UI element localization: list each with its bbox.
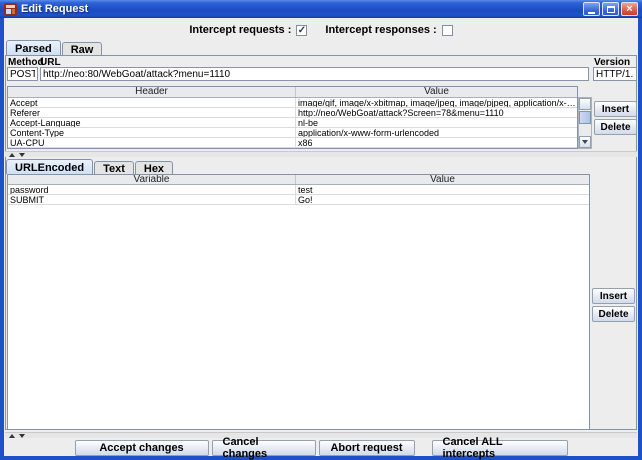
intercept-requests-label: Intercept requests :: [189, 24, 291, 36]
headers-table: Header Value Accept image/gif, image/x-x…: [7, 86, 578, 149]
params-delete-button[interactable]: Delete: [592, 306, 635, 322]
close-button[interactable]: ×: [621, 2, 638, 16]
table-row: Accept-Language nl-be: [8, 118, 577, 128]
maximize-button[interactable]: [602, 2, 619, 16]
content-area: Intercept requests : ✓ Intercept respons…: [4, 18, 638, 456]
abort-request-button[interactable]: Abort request: [319, 440, 415, 456]
method-input[interactable]: [7, 67, 38, 81]
request-view-tabs: Parsed Raw: [6, 40, 103, 55]
titlebar[interactable]: Edit Request ×: [0, 0, 642, 18]
intercept-options-row: Intercept requests : ✓ Intercept respons…: [4, 22, 638, 38]
intercept-requests-checkbox[interactable]: ✓: [296, 25, 307, 36]
column-header-value[interactable]: Value: [296, 175, 589, 184]
app-icon: [4, 3, 17, 16]
params-insert-button[interactable]: Insert: [592, 288, 635, 304]
header-value-cell[interactable]: image/gif, image/x-xbitmap, image/jpeg, …: [296, 98, 577, 107]
minimize-icon: [588, 12, 595, 14]
accept-changes-button[interactable]: Accept changes: [75, 440, 209, 456]
header-name-cell[interactable]: Accept-Language: [8, 118, 296, 127]
headers-insert-button[interactable]: Insert: [594, 101, 637, 117]
maximize-icon: [607, 6, 615, 13]
scroll-down-button[interactable]: [579, 136, 591, 148]
minimize-button[interactable]: [583, 2, 600, 16]
header-value-cell[interactable]: [296, 148, 577, 149]
tab-text[interactable]: Text: [94, 161, 134, 174]
intercept-responses-checkbox[interactable]: [442, 25, 453, 36]
param-name-cell[interactable]: SUBMIT: [8, 195, 296, 204]
table-row: Referer http://neo/WebGoat/attack?Screen…: [8, 108, 577, 118]
url-input[interactable]: [40, 67, 589, 81]
header-name-cell[interactable]: Referer: [8, 108, 296, 117]
param-name-cell[interactable]: password: [8, 185, 296, 194]
cancel-changes-button[interactable]: Cancel changes: [212, 440, 316, 456]
header-name-cell[interactable]: [8, 148, 296, 149]
scrollbar-thumb[interactable]: [579, 111, 591, 124]
tab-parsed[interactable]: Parsed: [6, 40, 61, 55]
tab-raw[interactable]: Raw: [62, 42, 103, 55]
collapse-up-icon[interactable]: [9, 434, 15, 438]
header-name-cell[interactable]: Accept: [8, 98, 296, 107]
cancel-all-intercepts-button[interactable]: Cancel ALL intercepts: [432, 440, 568, 456]
header-value-cell[interactable]: x86: [296, 138, 577, 147]
triangle-down-icon: [582, 140, 588, 144]
column-header-value[interactable]: Value: [296, 87, 577, 97]
tab-urlencoded[interactable]: URLEncoded: [6, 159, 93, 174]
header-value-cell[interactable]: http://neo/WebGoat/attack?Screen=78&menu…: [296, 108, 577, 117]
close-icon: ×: [626, 4, 632, 15]
table-row: Content-Type application/x-www-form-urle…: [8, 128, 577, 138]
collapse-down-icon[interactable]: [19, 153, 25, 157]
header-value-cell[interactable]: nl-be: [296, 118, 577, 127]
content-view-tabs: URLEncoded Text Hex: [6, 158, 174, 174]
param-value-cell[interactable]: Go!: [296, 195, 589, 204]
table-row: UA-CPU x86: [8, 138, 577, 148]
table-row: SUBMIT Go!: [8, 195, 589, 205]
column-header-variable[interactable]: Variable: [8, 175, 296, 184]
edit-request-window: Edit Request × Intercept requests : ✓ In…: [0, 0, 642, 460]
headers-delete-button[interactable]: Delete: [594, 119, 637, 135]
version-input[interactable]: [593, 67, 637, 81]
param-value-cell[interactable]: test: [296, 185, 589, 194]
collapse-up-icon[interactable]: [9, 153, 15, 157]
params-table: Variable Value password test SUBMIT Go!: [7, 174, 590, 430]
header-value-cell[interactable]: application/x-www-form-urlencoded: [296, 128, 577, 137]
collapse-down-icon[interactable]: [19, 434, 25, 438]
window-title: Edit Request: [21, 3, 88, 15]
footer-buttons-row: Accept changes Cancel changes Abort requ…: [4, 439, 638, 456]
window-controls: ×: [583, 2, 638, 16]
tab-hex[interactable]: Hex: [135, 161, 173, 174]
table-row: password test: [8, 185, 589, 195]
params-table-header: Variable Value: [8, 175, 589, 185]
header-name-cell[interactable]: UA-CPU: [8, 138, 296, 147]
column-header-header[interactable]: Header: [8, 87, 296, 97]
header-name-cell[interactable]: Content-Type: [8, 128, 296, 137]
table-row-partial: [8, 148, 577, 149]
headers-table-header: Header Value: [8, 87, 577, 98]
checkmark-icon: ✓: [298, 26, 306, 35]
headers-scrollbar[interactable]: [578, 97, 592, 149]
split-divider-top[interactable]: [5, 151, 637, 157]
scroll-up-button[interactable]: [579, 98, 591, 110]
intercept-responses-label: Intercept responses :: [325, 24, 436, 36]
table-row: Accept image/gif, image/x-xbitmap, image…: [8, 98, 577, 108]
